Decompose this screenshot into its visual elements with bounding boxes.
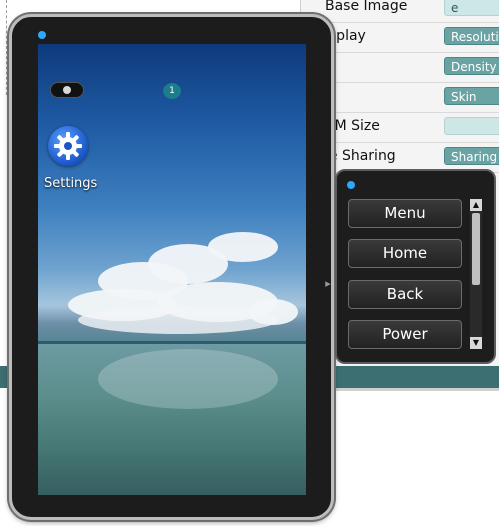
scrollbar-thumb[interactable]	[472, 213, 480, 285]
controls-led-indicator	[347, 181, 355, 189]
scroll-down-arrow-icon[interactable]: ▼	[470, 337, 482, 349]
settings-app-icon[interactable]	[48, 126, 88, 166]
resolution-button[interactable]: Resolution	[444, 27, 499, 45]
wallpaper-reflection	[98, 349, 278, 409]
base-image-field[interactable]: e	[444, 0, 499, 16]
wallpaper-cloud	[78, 306, 278, 334]
menu-button[interactable]: Menu	[348, 199, 462, 228]
chevron-right-icon[interactable]: ▸	[322, 274, 334, 294]
controls-scrollbar[interactable]: ▲ ▼	[470, 199, 482, 349]
background-window-edge	[0, 0, 7, 95]
gear-icon	[54, 132, 82, 160]
power-button[interactable]: Power	[348, 320, 462, 349]
back-button[interactable]: Back	[348, 280, 462, 309]
device-screen[interactable]: 1 Settings	[38, 44, 306, 495]
status-widget[interactable]	[50, 82, 84, 98]
config-footer-divider	[330, 388, 499, 391]
device-led-indicator	[38, 31, 46, 39]
config-label-base-image: Base Image	[325, 0, 408, 14]
settings-app-label[interactable]: Settings	[44, 176, 97, 191]
config-row-base-image: Base Image e	[301, 0, 499, 23]
ram-size-field[interactable]	[444, 117, 499, 135]
status-gear-icon	[63, 86, 71, 94]
home-button[interactable]: Home	[348, 239, 462, 268]
emulator-device-frame: 1 Settings ▸	[9, 14, 334, 520]
scroll-up-arrow-icon[interactable]: ▲	[470, 199, 482, 211]
sharing-button[interactable]: Sharing	[444, 147, 499, 165]
notification-badge[interactable]: 1	[163, 83, 181, 99]
hardware-controls-window: Menu Home Back Power ▲ ▼	[335, 169, 496, 364]
density-button[interactable]: Density	[444, 57, 499, 75]
skin-button[interactable]: Skin	[444, 87, 499, 105]
config-label-file-sharing: le Sharing	[325, 148, 396, 164]
